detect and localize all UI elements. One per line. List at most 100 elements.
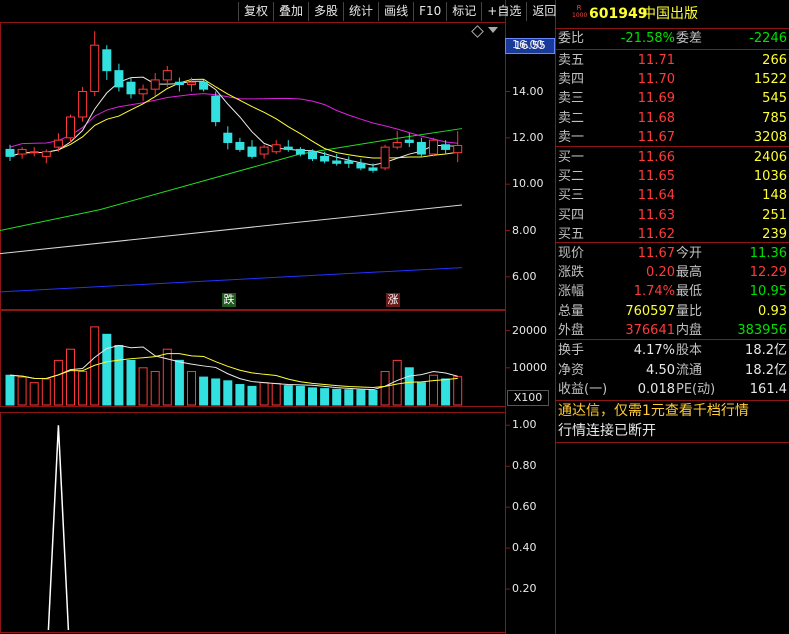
quote-value-2: 11.36 [749, 246, 787, 261]
financial-row[interactable]: 净资 4.50 流通 18.2亿 [556, 360, 789, 381]
promo-link[interactable]: 通达信，仅需1元查看千档行情 [558, 401, 749, 421]
bid-row[interactable]: 买三 11.64 148 [556, 185, 789, 206]
volume-bar [150, 371, 160, 406]
fin-value: 0.018 [637, 382, 675, 397]
fin-value-2: 18.2亿 [745, 362, 787, 378]
ask-volume: 785 [762, 110, 787, 126]
volume-bar [78, 371, 88, 406]
candle-body [416, 141, 426, 155]
volume-tick-label: 20000 [512, 323, 547, 337]
price-tick-label: 14.00 [512, 84, 544, 98]
volume-bar [453, 376, 463, 406]
quote-label: 外盘 [558, 322, 585, 338]
ask-row[interactable]: 卖五 11.71 266 [556, 50, 789, 71]
ask-volume: 3208 [753, 129, 787, 145]
multi-stock-button[interactable]: 多股 [308, 2, 343, 21]
f10-button[interactable]: F10 [413, 2, 446, 21]
overlay-button[interactable]: 叠加 [273, 2, 308, 21]
draw-line-button[interactable]: 画线 [378, 2, 413, 21]
ask-row[interactable]: 卖二 11.68 785 [556, 108, 789, 129]
ask-label: 卖三 [558, 91, 585, 107]
volume-bar [174, 359, 184, 406]
volume-bar [247, 385, 257, 406]
volume-bar [392, 359, 402, 406]
volume-bar [368, 389, 378, 406]
chart-canvas[interactable] [0, 0, 556, 634]
margin-badge-top: R [576, 4, 582, 12]
volume-bar [126, 359, 136, 406]
volume-bar [138, 367, 148, 406]
quote-label: 涨跌 [558, 265, 585, 281]
weicha-label: 委差 [676, 31, 703, 46]
quote-label-2: 量比 [676, 303, 703, 319]
marker-up[interactable]: 涨 [386, 293, 400, 307]
volume-bar [114, 344, 124, 406]
bid-row[interactable]: 买一 11.66 2406 [556, 147, 789, 168]
candle-body [380, 146, 390, 169]
quote-row[interactable]: 总量 760597 量比 0.93 [556, 301, 789, 322]
candle-body [114, 70, 124, 88]
quote-label-2: 最低 [676, 284, 703, 300]
ask-price: 11.71 [637, 53, 675, 68]
quote-row[interactable]: 外盘 376641 内盘 383956 [556, 320, 789, 341]
quote-value: 0.20 [646, 265, 675, 281]
candle-body [295, 148, 305, 155]
volume-bar [66, 348, 75, 406]
fin-label-2: 股本 [676, 343, 703, 358]
candle-body [344, 160, 354, 164]
volume-ma-10 [9, 353, 458, 388]
ask-price: 11.69 [637, 91, 675, 107]
chevron-down-icon[interactable] [488, 27, 498, 33]
bid-row[interactable]: 买二 11.65 1036 [556, 166, 789, 187]
volume-bar [235, 384, 245, 406]
financial-row[interactable]: 换手 4.17% 股本 18.2亿 [556, 340, 789, 361]
quote-row[interactable]: 涨幅 1.74% 最低 10.95 [556, 281, 789, 302]
candle-body [29, 151, 39, 154]
statistics-button[interactable]: 统计 [343, 2, 378, 21]
ask-volume: 266 [762, 53, 787, 68]
quote-label-2: 最高 [676, 265, 703, 281]
ma-10-line [9, 78, 458, 159]
quote-value-2: 12.29 [749, 265, 787, 281]
candle-body [356, 162, 366, 169]
candle-body [187, 81, 196, 86]
fin-label: 收益(一) [558, 382, 608, 397]
candle-body [429, 139, 438, 155]
stock-code: 601949 [589, 6, 648, 22]
bid-volume: 1036 [753, 169, 787, 185]
candle-body [53, 139, 63, 148]
candle-body [259, 146, 269, 155]
quote-row[interactable]: 现价 11.67 今开 11.36 [556, 243, 789, 264]
marker-down[interactable]: 跌 [222, 293, 236, 307]
candle-body [368, 167, 378, 171]
ask-row[interactable]: 卖三 11.69 545 [556, 88, 789, 109]
financial-row[interactable]: 收益(一) 0.018 PE(动) 161.4 [556, 379, 789, 400]
volume-bar [41, 378, 51, 406]
candle-body [235, 141, 245, 150]
bid-row[interactable]: 买四 11.63 251 [556, 205, 789, 226]
add-watchlist-button[interactable]: +自选 [481, 2, 526, 21]
candle-body [404, 139, 414, 143]
bid-label: 买一 [558, 150, 585, 165]
ask-price: 11.68 [637, 110, 675, 126]
mark-button[interactable]: 标记 [446, 2, 481, 21]
bid-price: 11.65 [637, 169, 675, 185]
volume-bar [356, 389, 366, 406]
ask-row[interactable]: 卖四 11.70 1522 [556, 69, 789, 90]
volume-bar [295, 385, 305, 406]
indicator-tick-label: 0.20 [512, 582, 537, 596]
volume-bar [5, 374, 15, 406]
candle-body [78, 91, 88, 118]
volume-bar [320, 388, 330, 406]
ask-row[interactable]: 卖一 11.67 3208 [556, 127, 789, 148]
bid-label: 买三 [558, 188, 585, 204]
ma-120-line [0, 204, 463, 255]
fuquan-button[interactable]: 复权 [238, 2, 273, 21]
candle-body [223, 132, 233, 143]
stock-name: 中国出版 [642, 6, 698, 22]
quote-value: 11.67 [637, 246, 675, 261]
fin-value: 4.17% [633, 343, 675, 358]
quote-row[interactable]: 涨跌 0.20 最高 12.29 [556, 262, 789, 283]
indicator-line [47, 425, 70, 631]
bid-price: 11.63 [637, 207, 675, 223]
